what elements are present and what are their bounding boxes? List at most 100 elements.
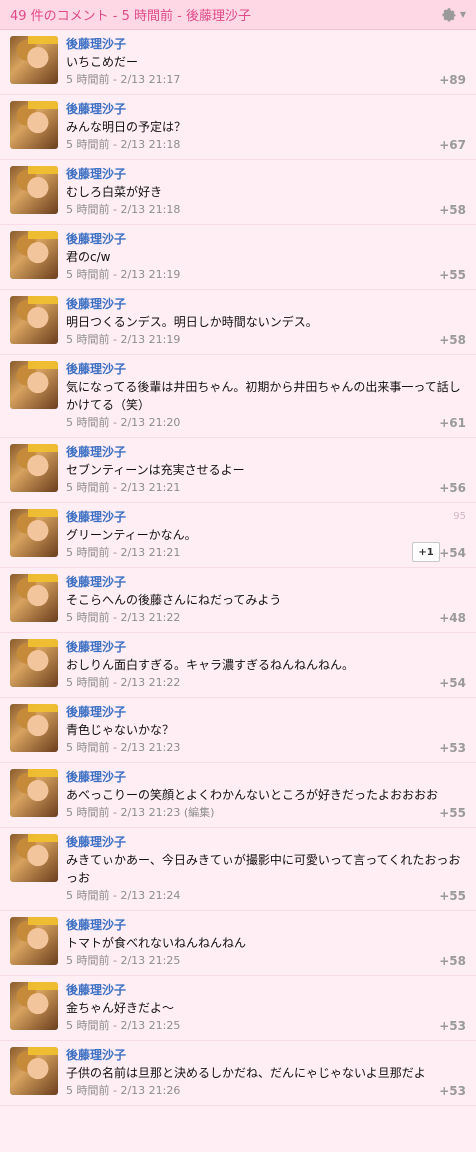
comment-text: 青色じゃないかな？	[66, 723, 175, 737]
comment-time: 5 時間前 - 2/13 21:18	[66, 138, 181, 151]
avatar[interactable]	[10, 1047, 58, 1095]
comment-score: +89	[439, 73, 466, 87]
muted-count: 95	[453, 511, 466, 522]
avatar[interactable]	[10, 231, 58, 279]
comment-score: +61	[439, 416, 466, 430]
comment-author[interactable]: 後藤理沙子	[66, 769, 468, 785]
avatar[interactable]	[10, 361, 58, 409]
chevron-down-icon[interactable]: ▼	[460, 10, 466, 19]
comment-body: 後藤理沙子 そこらへんの後藤さんにねだってみよう 5 時間前 - 2/13 21…	[66, 574, 468, 626]
comment-item: 後藤理沙子 君のc/w 5 時間前 - 2/13 21:19 +55	[0, 225, 476, 290]
comment-author[interactable]: 後藤理沙子	[66, 509, 468, 525]
comment-body: 後藤理沙子 君のc/w 5 時間前 - 2/13 21:19	[66, 231, 468, 283]
avatar[interactable]	[10, 982, 58, 1030]
comment-author[interactable]: 後藤理沙子	[66, 361, 468, 377]
avatar[interactable]	[10, 444, 58, 492]
comment-author[interactable]: 後藤理沙子	[66, 296, 468, 312]
avatar[interactable]	[10, 917, 58, 965]
comment-body: 後藤理沙子 おしりん面白すぎる。キャラ濃すぎるねんねんねん。 5 時間前 - 2…	[66, 639, 468, 691]
comment-item: 後藤理沙子 むしろ白菜が好き 5 時間前 - 2/13 21:18 +58	[0, 160, 476, 225]
comment-time: 5 時間前 - 2/13 21:22	[66, 676, 181, 689]
comment-text: みきてぃかあー、今日みきてぃが撮影中に可愛いって言ってくれたおっおっお	[66, 853, 461, 885]
comment-body: 後藤理沙子 グリーンティーかなん。 5 時間前 - 2/13 21:21	[66, 509, 468, 561]
comment-time: 5 時間前 - 2/13 21:18	[66, 203, 181, 216]
comment-text: 明日つくるンデス。明日しか時間ないンデス。	[66, 315, 318, 329]
comment-item: 後藤理沙子 セブンティーンは充実させるよー 5 時間前 - 2/13 21:21…	[0, 438, 476, 503]
comment-score: +56	[439, 481, 466, 495]
comment-body: 後藤理沙子 青色じゃないかな？ 5 時間前 - 2/13 21:23	[66, 704, 468, 756]
comment-text: 子供の名前は旦那と決めるしかだね、だんにゃじゃないよ旦那だよ	[66, 1066, 426, 1080]
comment-author[interactable]: 後藤理沙子	[66, 574, 468, 590]
avatar[interactable]	[10, 36, 58, 84]
comment-time: 5 時間前 - 2/13 21:22	[66, 611, 181, 624]
comment-time: 5 時間前 - 2/13 21:19	[66, 268, 181, 281]
comment-time: 5 時間前 - 2/13 21:21	[66, 546, 181, 559]
comment-author[interactable]: 後藤理沙子	[66, 982, 468, 998]
comments-header: 49 件のコメント - 5 時間前 - 後藤理沙子 ▼	[0, 0, 476, 30]
comment-score: +53	[439, 741, 466, 755]
avatar[interactable]	[10, 639, 58, 687]
comment-text: グリーンティーかなん。	[66, 528, 197, 542]
comment-score: +53	[439, 1084, 466, 1098]
comment-author[interactable]: 後藤理沙子	[66, 231, 468, 247]
comment-meta: 5 時間前 - 2/13 21:24	[66, 888, 468, 904]
comment-time: 5 時間前 - 2/13 21:23	[66, 741, 181, 754]
comment-body: 後藤理沙子 むしろ白菜が好き 5 時間前 - 2/13 21:18	[66, 166, 468, 218]
comment-item: 後藤理沙子 おしりん面白すぎる。キャラ濃すぎるねんねんねん。 5 時間前 - 2…	[0, 633, 476, 698]
comment-body: 後藤理沙子 みきてぃかあー、今日みきてぃが撮影中に可愛いって言ってくれたおっおっ…	[66, 834, 468, 904]
comment-body: 後藤理沙子 金ちゃん好きだよ〜 5 時間前 - 2/13 21:25	[66, 982, 468, 1034]
comment-score: +58	[439, 954, 466, 968]
comment-body: 後藤理沙子 明日つくるンデス。明日しか時間ないンデス。 5 時間前 - 2/13…	[66, 296, 468, 348]
comment-body: 後藤理沙子 子供の名前は旦那と決めるしかだね、だんにゃじゃないよ旦那だよ 5 時…	[66, 1047, 468, 1099]
comment-meta: 5 時間前 - 2/13 21:21	[66, 545, 468, 561]
comment-meta: 5 時間前 - 2/13 21:26	[66, 1083, 468, 1099]
comment-body: 後藤理沙子 セブンティーンは充実させるよー 5 時間前 - 2/13 21:21	[66, 444, 468, 496]
comment-item: 後藤理沙子 明日つくるンデス。明日しか時間ないンデス。 5 時間前 - 2/13…	[0, 290, 476, 355]
avatar[interactable]	[10, 101, 58, 149]
comment-meta: 5 時間前 - 2/13 21:22	[66, 675, 468, 691]
comment-author[interactable]: 後藤理沙子	[66, 834, 468, 850]
comment-author[interactable]: 後藤理沙子	[66, 36, 468, 52]
comment-time: 5 時間前 - 2/13 21:21	[66, 481, 181, 494]
avatar[interactable]	[10, 834, 58, 882]
comment-meta: 5 時間前 - 2/13 21:25	[66, 953, 468, 969]
comment-text: 金ちゃん好きだよ〜	[66, 1001, 175, 1015]
settings-menu[interactable]: ▼	[440, 6, 466, 24]
comment-author[interactable]: 後藤理沙子	[66, 1047, 468, 1063]
comment-author[interactable]: 後藤理沙子	[66, 917, 468, 933]
comment-author[interactable]: 後藤理沙子	[66, 704, 468, 720]
comment-meta: 5 時間前 - 2/13 21:19	[66, 332, 468, 348]
comment-body: 後藤理沙子 気になってる後輩は井田ちゃん。初期から井田ちゃんの出来事一って話しか…	[66, 361, 468, 431]
comment-author[interactable]: 後藤理沙子	[66, 444, 468, 460]
comment-score: +55	[439, 806, 466, 820]
avatar[interactable]	[10, 769, 58, 817]
comment-item: 後藤理沙子 いちこめだー 5 時間前 - 2/13 21:17 +89	[0, 30, 476, 95]
comment-author[interactable]: 後藤理沙子	[66, 639, 468, 655]
avatar[interactable]	[10, 296, 58, 344]
avatar[interactable]	[10, 704, 58, 752]
plus-one-button[interactable]: +1	[412, 542, 440, 562]
avatar[interactable]	[10, 574, 58, 622]
comment-item: 後藤理沙子 みきてぃかあー、今日みきてぃが撮影中に可愛いって言ってくれたおっおっ…	[0, 828, 476, 911]
comment-author[interactable]: 後藤理沙子	[66, 166, 468, 182]
comment-text: いちこめだー	[66, 55, 139, 69]
gear-icon[interactable]	[440, 6, 458, 24]
comment-body: 後藤理沙子 みんな明日の予定は？ 5 時間前 - 2/13 21:18	[66, 101, 468, 153]
comment-item: 後藤理沙子 金ちゃん好きだよ〜 5 時間前 - 2/13 21:25 +53	[0, 976, 476, 1041]
comment-item: 後藤理沙子 グリーンティーかなん。 5 時間前 - 2/13 21:21 95 …	[0, 503, 476, 568]
comment-text: みんな明日の予定は？	[66, 120, 187, 134]
avatar[interactable]	[10, 166, 58, 214]
comment-item: 後藤理沙子 みんな明日の予定は？ 5 時間前 - 2/13 21:18 +67	[0, 95, 476, 160]
comment-meta: 5 時間前 - 2/13 21:17	[66, 72, 468, 88]
comment-list: 後藤理沙子 いちこめだー 5 時間前 - 2/13 21:17 +89 後藤理沙…	[0, 30, 476, 1106]
avatar[interactable]	[10, 509, 58, 557]
comment-meta: 5 時間前 - 2/13 21:21	[66, 480, 468, 496]
comment-author[interactable]: 後藤理沙子	[66, 101, 468, 117]
comment-item: 後藤理沙子 あべっこりーの笑顔とよくわかんないところが好きだったよおおおお 5 …	[0, 763, 476, 828]
comment-text: あべっこりーの笑顔とよくわかんないところが好きだったよおおおお	[66, 788, 439, 802]
comment-meta: 5 時間前 - 2/13 21:20	[66, 415, 468, 431]
comment-body: 後藤理沙子 いちこめだー 5 時間前 - 2/13 21:17	[66, 36, 468, 88]
comment-score: +48	[439, 611, 466, 625]
comment-text: 気になってる後輩は井田ちゃん。初期から井田ちゃんの出来事一って話しかけてる（笑）	[66, 380, 461, 412]
comment-text: むしろ白菜が好き	[66, 185, 163, 199]
